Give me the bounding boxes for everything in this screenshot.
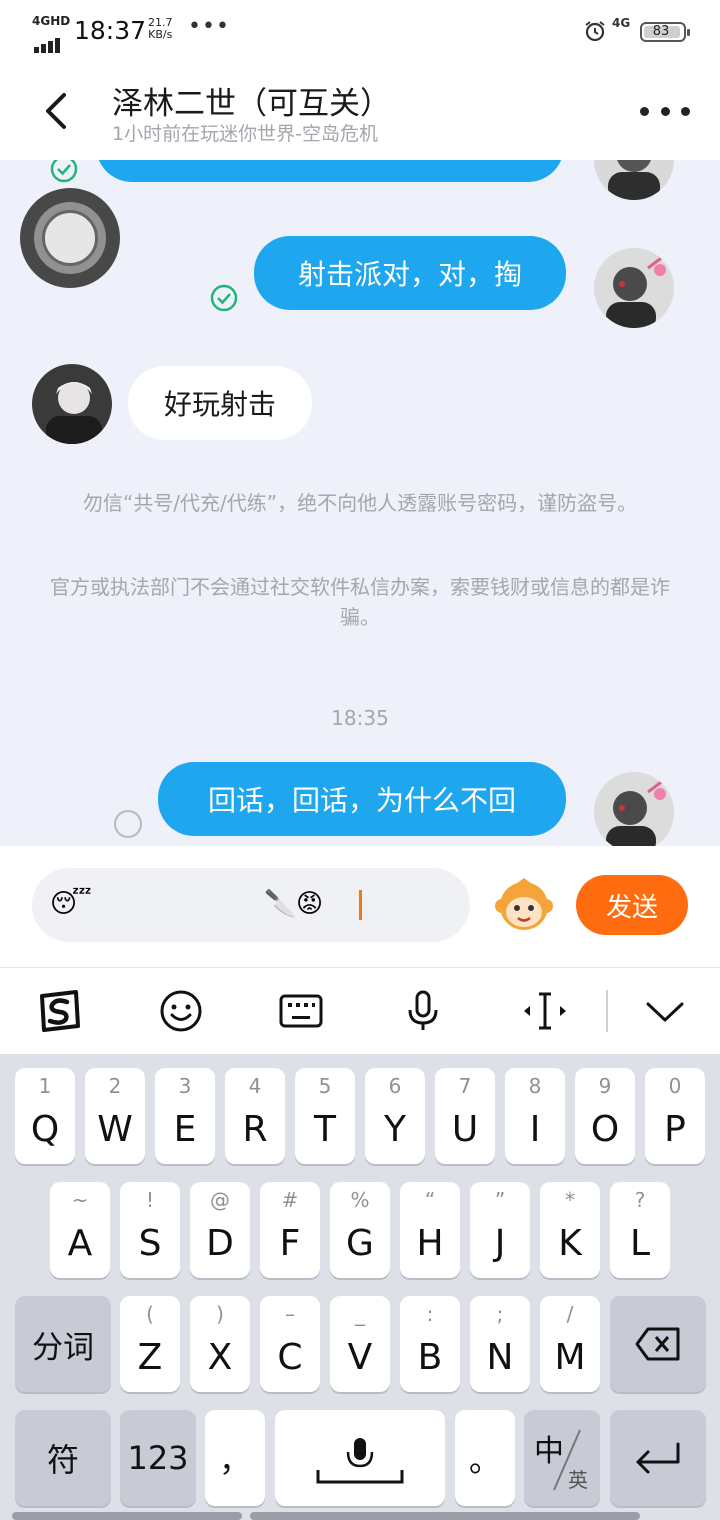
- key-b[interactable]: :B: [400, 1296, 460, 1392]
- key-y[interactable]: 6Y: [365, 1068, 425, 1164]
- key-m[interactable]: / M: [540, 1296, 600, 1392]
- cursor-move-icon[interactable]: [520, 988, 570, 1034]
- angry-face-emoji: 😡: [296, 889, 324, 919]
- message-bubble-incoming[interactable]: 好玩射击: [128, 366, 312, 440]
- key-a[interactable]: ~ A: [50, 1182, 110, 1278]
- enter-key[interactable]: [610, 1410, 706, 1506]
- message-input[interactable]: 😴 🔪 😡: [32, 868, 470, 942]
- space-key[interactable]: [275, 1410, 445, 1506]
- battery-icon: 83: [640, 22, 690, 42]
- period-key[interactable]: 。: [455, 1410, 515, 1506]
- toolbar-divider: [606, 990, 608, 1032]
- contact-avatar[interactable]: [32, 364, 112, 444]
- key-h[interactable]: “H: [400, 1182, 460, 1278]
- key-g[interactable]: % G: [330, 1182, 390, 1278]
- cellular-signal-icon: 4GHD: [32, 14, 71, 53]
- keyboard: 1Q 2W 3E 4R 5T 6Y 7U 8I 9O 0P ~ A ! S @ D #…: [0, 1054, 720, 1520]
- key-k[interactable]: * K: [540, 1182, 600, 1278]
- smiley-icon[interactable]: [158, 988, 204, 1034]
- knife-emoji: 🔪: [264, 889, 297, 919]
- key-d[interactable]: @ D: [190, 1182, 250, 1278]
- sogou-logo-icon[interactable]: [36, 988, 82, 1034]
- alarm-icon: [585, 21, 605, 42]
- key-n[interactable]: ; N: [470, 1296, 530, 1392]
- message-bubble-outgoing[interactable]: 回话，回话，为什么不回: [158, 762, 566, 836]
- contact-name: 泽林二世（可互关）: [112, 86, 391, 122]
- space-mic-icon: [316, 1438, 404, 1484]
- key-v[interactable]: _ V: [330, 1296, 390, 1392]
- nav-bar-segment: [250, 1512, 640, 1520]
- key-j[interactable]: ” J: [470, 1182, 530, 1278]
- key-x[interactable]: ) X: [190, 1296, 250, 1392]
- sending-status-icon: [114, 810, 142, 838]
- message-timestamp: 18:35: [331, 706, 389, 730]
- network-speed-unit: KB/s: [148, 28, 173, 41]
- send-button[interactable]: 发送: [576, 875, 688, 935]
- my-avatar[interactable]: [594, 248, 674, 328]
- key-o[interactable]: 9O: [575, 1068, 635, 1164]
- sticker-monkey-icon[interactable]: [494, 874, 554, 934]
- text-cursor: [359, 890, 362, 920]
- key-e[interactable]: 3E: [155, 1068, 215, 1164]
- key-t[interactable]: 5T: [295, 1068, 355, 1164]
- network-type-right: 4G: [612, 16, 631, 30]
- sleepy-face-emoji: 😴: [50, 889, 92, 919]
- network-speed: 21.7 KB/s: [148, 17, 173, 41]
- key-c[interactable]: – C: [260, 1296, 320, 1392]
- status-overflow: •••: [188, 14, 230, 39]
- battery-level: 83: [652, 24, 670, 39]
- key-s[interactable]: ! S: [120, 1182, 180, 1278]
- my-avatar[interactable]: [594, 772, 674, 846]
- key-q[interactable]: 1Q: [15, 1068, 75, 1164]
- composer: 😴 🔪 😡 发送: [0, 846, 720, 968]
- key-l[interactable]: ? L: [610, 1182, 670, 1278]
- nav-bar-segment: [12, 1512, 242, 1520]
- number-key[interactable]: 123: [120, 1410, 196, 1506]
- assistive-touch-button[interactable]: [20, 188, 120, 288]
- key-r[interactable]: 4R: [225, 1068, 285, 1164]
- enter-icon: [636, 1442, 680, 1474]
- chevron-down-icon[interactable]: [642, 988, 688, 1034]
- backspace-icon: [635, 1327, 680, 1361]
- key-w[interactable]: 2W: [85, 1068, 145, 1164]
- key-p[interactable]: 0P: [645, 1068, 705, 1164]
- status-bar: 4GHD 18:37 21.7 KB/s ••• 4G 83: [0, 0, 720, 64]
- chat-header: 泽林二世（可互关） 1小时前在玩迷你世界-空岛危机: [0, 64, 720, 160]
- safety-notice: 官方或执法部门不会通过社交软件私信办案，索要钱财或信息的都是诈骗。: [50, 575, 670, 629]
- segment-key[interactable]: 分词: [15, 1296, 111, 1392]
- keyboard-icon[interactable]: [278, 988, 324, 1034]
- my-avatar[interactable]: [594, 160, 674, 200]
- safety-notice: 勿信“共号/代充/代练”，绝不向他人透露账号密码，谨防盗号。: [82, 491, 638, 515]
- more-dots-icon[interactable]: [640, 98, 690, 124]
- back-arrow-icon[interactable]: [38, 86, 78, 136]
- status-time: 18:37: [74, 16, 147, 45]
- key-z[interactable]: (Z: [120, 1296, 180, 1392]
- key-u[interactable]: 7U: [435, 1068, 495, 1164]
- language-switch-key[interactable]: 中 英: [524, 1410, 600, 1506]
- contact-status: 1小时前在玩迷你世界-空岛危机: [112, 123, 378, 145]
- network-type: 4GHD: [32, 14, 71, 28]
- key-i[interactable]: 8I: [505, 1068, 565, 1164]
- backspace-key[interactable]: [610, 1296, 706, 1392]
- key-f[interactable]: # F: [260, 1182, 320, 1278]
- comma-key[interactable]: ，: [205, 1410, 265, 1506]
- keyboard-toolbar: [0, 968, 720, 1054]
- message-bubble-previous[interactable]: [96, 160, 564, 182]
- symbol-key[interactable]: 符: [15, 1410, 111, 1506]
- read-check-icon: [50, 160, 78, 183]
- microphone-icon[interactable]: [400, 988, 446, 1034]
- message-bubble-outgoing[interactable]: 射击派对，对，掏: [254, 236, 566, 310]
- read-check-icon: [210, 284, 238, 312]
